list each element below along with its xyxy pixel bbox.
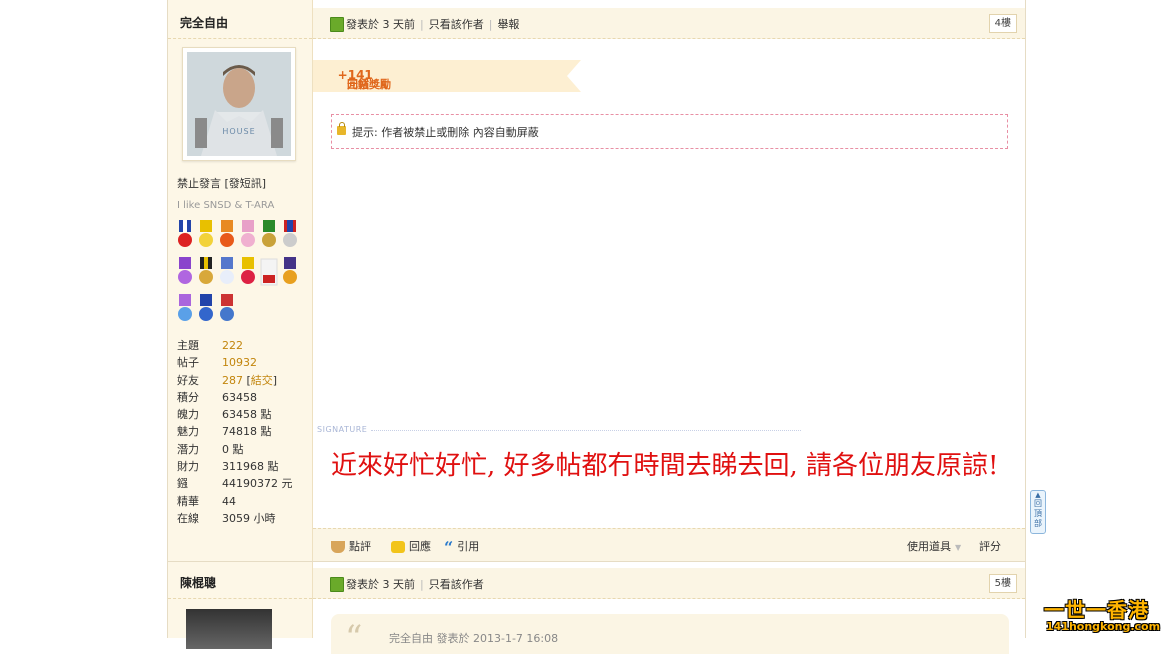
quote-button[interactable]: “引用 <box>444 538 479 557</box>
site-logo[interactable]: 一世一香港 141hongkong.com <box>1040 594 1166 636</box>
post-content: 發表於 3 天前 | 只看該作者 5樓 “ 完全自由 發表於 2013-1-7 16… <box>313 562 1025 658</box>
reply-button[interactable]: 回應 <box>391 538 431 554</box>
medal-icon[interactable] <box>197 220 215 250</box>
medal-icon[interactable] <box>176 257 194 287</box>
author-name[interactable]: 完全自由 <box>180 14 228 31</box>
signature-label: SIGNATURE <box>317 425 368 434</box>
reply-reward-banner: 回帖獎勵 +141 元鏹 <box>313 60 581 92</box>
quote-block: “ 完全自由 發表於 2013-1-7 16:08 <box>331 614 1009 658</box>
medal-icon[interactable] <box>176 220 194 250</box>
send-pm-link[interactable]: 發短訊 <box>229 177 262 190</box>
arrow-up-icon: ▲ <box>1035 491 1041 499</box>
thread-wrap: 完全自由 HOUSE 禁止發言 [發短訊] I like SNSD & T-AR… <box>167 0 1026 658</box>
use-item-menu[interactable]: 使用道具 ▼ <box>907 538 961 554</box>
floor-number[interactable]: 5樓 <box>988 574 1017 593</box>
online-status-icon <box>330 577 344 592</box>
user-status: 禁止發言 <box>177 177 221 190</box>
author-name[interactable]: 陳棍聰 <box>180 574 216 591</box>
medal-icon[interactable] <box>218 294 236 324</box>
back-to-top-button[interactable]: ▲ 回頂部 <box>1030 490 1046 534</box>
coffee-cup-icon <box>331 541 345 553</box>
post-5: 陳棍聰 發表於 3 天前 | 只看該作者 5樓 “ 完全自由 發表於 2013-1-… <box>167 561 1026 658</box>
only-author-link[interactable]: 只看該作者 <box>429 18 484 31</box>
medal-icon[interactable] <box>260 257 278 287</box>
medal-icon[interactable] <box>197 294 215 324</box>
floor-number[interactable]: 4樓 <box>988 14 1017 33</box>
rate-comment-button[interactable]: 點評 <box>331 538 371 554</box>
medal-icon[interactable] <box>239 257 257 287</box>
medal-icon[interactable] <box>260 220 278 250</box>
post-4: 完全自由 HOUSE 禁止發言 [發短訊] I like SNSD & T-AR… <box>167 0 1026 562</box>
user-custom-title: I like SNSD & T-ARA <box>177 200 275 211</box>
avatar[interactable] <box>186 609 272 649</box>
quote-header: 完全自由 發表於 2013-1-7 16:08 <box>389 632 559 645</box>
post-action-bar: 點評 回應 “引用 使用道具 ▼ 評分 <box>313 528 1025 562</box>
score-button[interactable]: 評分 <box>979 538 1001 554</box>
avatar[interactable]: HOUSE <box>182 47 296 161</box>
signature-text: 近來好忙好忙, 好多帖都冇時間去睇去回, 請各位朋友原諒! <box>331 451 999 481</box>
medal-icon[interactable] <box>197 257 215 287</box>
post-time: 發表於 3 天前 <box>346 578 415 591</box>
quote-mark-icon: “ <box>345 618 363 658</box>
post-meta-bar: 發表於 3 天前 | 只看該作者 5樓 <box>313 568 1025 599</box>
speech-bubble-icon <box>391 541 405 553</box>
post-meta-bar: 發表於 3 天前 | 只看該作者 | 舉報 4樓 <box>313 8 1025 39</box>
add-friend-link[interactable]: 結交 <box>251 374 273 387</box>
medal-icon[interactable] <box>218 257 236 287</box>
medal-icon[interactable] <box>218 220 236 250</box>
author-sidebar: 完全自由 HOUSE 禁止發言 [發短訊] I like SNSD & T-AR… <box>168 0 313 561</box>
author-sidebar: 陳棍聰 <box>168 562 313 649</box>
chevron-down-icon: ▼ <box>955 543 962 552</box>
medal-icon[interactable] <box>281 257 299 287</box>
medal-icon[interactable] <box>176 294 194 324</box>
post-time: 發表於 3 天前 <box>346 18 415 31</box>
avatar-image: HOUSE <box>187 52 291 156</box>
quote-icon: “ <box>444 538 454 557</box>
report-link[interactable]: 舉報 <box>497 18 519 31</box>
medal-icon[interactable] <box>281 220 299 250</box>
only-author-link[interactable]: 只看該作者 <box>429 578 484 591</box>
blocked-notice: 提示: 作者被禁止或刪除 內容自動屏蔽 <box>331 114 1008 149</box>
svg-text:HOUSE: HOUSE <box>222 127 255 136</box>
online-status-icon <box>330 17 344 32</box>
medal-icon[interactable] <box>239 220 257 250</box>
lock-icon <box>337 122 346 135</box>
post-content: 發表於 3 天前 | 只看該作者 | 舉報 4樓 回帖獎勵 +141 元鏹 提示: 作者… <box>313 0 1025 562</box>
